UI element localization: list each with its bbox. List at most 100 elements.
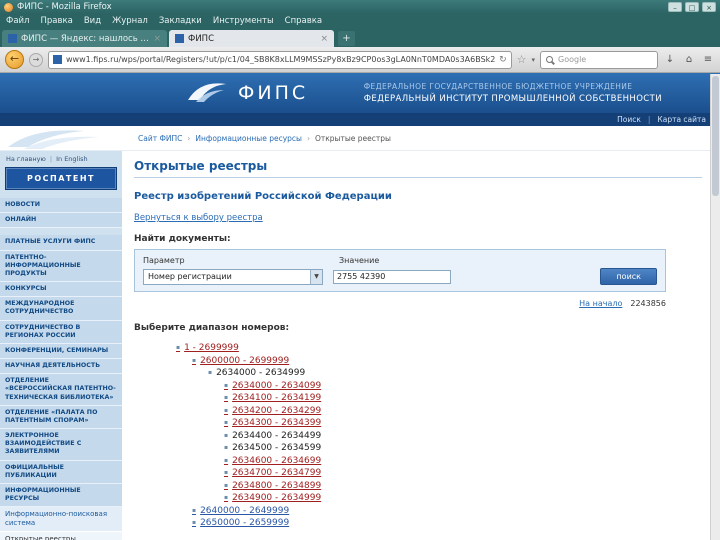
- browser-tab[interactable]: ФИПС — Яндекс: нашлось 31 млн результато…: [2, 30, 167, 47]
- site-header: ФИПС ФЕДЕРАЛЬНОЕ ГОСУДАРСТВЕННОЕ БЮДЖЕТН…: [0, 73, 720, 113]
- reload-icon[interactable]: ↻: [499, 55, 507, 65]
- window-title: ФИПС - Mozilla Firefox: [17, 2, 112, 12]
- menu-item[interactable]: Инструменты: [213, 16, 274, 26]
- home-icon[interactable]: ⌂: [682, 54, 696, 65]
- close-icon[interactable]: ×: [702, 2, 716, 12]
- sidebar: На главную | In English РОСПАТЕНТ Новости О…: [0, 151, 122, 540]
- parameter-select[interactable]: Номер регистрации ▼: [143, 268, 323, 285]
- breadcrumb-part[interactable]: ›: [307, 134, 310, 143]
- tab-close-icon[interactable]: ×: [153, 34, 161, 44]
- range-prompt: Выберите диапазон номеров:: [134, 323, 290, 333]
- document-search-form: Параметр Значение Номер регистрации ▼ по…: [134, 249, 666, 292]
- tab-close-icon[interactable]: ×: [320, 34, 328, 44]
- site-header-links: Поиск | Карта сайта: [0, 113, 720, 126]
- range-link[interactable]: 2634700 - 2634799: [224, 467, 321, 480]
- sidebar-top-links: На главную | In English: [0, 151, 122, 165]
- rospatent-button[interactable]: РОСПАТЕНТ: [5, 167, 117, 190]
- header-link[interactable]: |: [648, 115, 651, 124]
- sidebar-item[interactable]: Информационные ресурсы: [0, 483, 122, 508]
- breadcrumb: Сайт ФИПС › Информационные ресурсы › Открыты…: [138, 134, 391, 143]
- range-link[interactable]: 2634500 - 2634599: [224, 442, 321, 455]
- main-content: Открытые реестры Реестр изобретений Росс…: [122, 151, 720, 530]
- menu-item[interactable]: Файл: [6, 16, 29, 26]
- url-text[interactable]: www1.fips.ru/wps/portal/Registers/!ut/p/…: [66, 55, 495, 64]
- sidebar-item[interactable]: Научная деятельность: [0, 359, 122, 375]
- page-body: На главную | In English РОСПАТЕНТ Новости О…: [0, 151, 720, 540]
- forward-button[interactable]: →: [29, 52, 43, 67]
- search-box[interactable]: Google: [540, 50, 658, 69]
- tab-strip: ФИПС — Яндекс: нашлось 31 млн результато…: [2, 30, 334, 47]
- breadcrumb-part[interactable]: Сайт ФИПС: [138, 134, 182, 143]
- breadcrumb-part[interactable]: Информационные ресурсы: [195, 134, 302, 143]
- menu-item[interactable]: Закладки: [159, 16, 202, 26]
- sidebar-item[interactable]: Патентно-информационные продукты: [0, 250, 122, 283]
- range-link[interactable]: 2640000 - 2649999: [192, 505, 289, 518]
- menu-item[interactable]: Правка: [40, 16, 72, 26]
- range-link[interactable]: 2634600 - 2634699: [224, 455, 321, 468]
- registration-number-input[interactable]: [333, 269, 451, 284]
- parameter-select-value: Номер регистрации: [148, 272, 232, 281]
- range-link[interactable]: 2634000 - 2634999: [208, 367, 305, 380]
- sidebar-sub-item[interactable]: Открытые реестры: [0, 531, 122, 540]
- search-button[interactable]: поиск: [600, 268, 657, 285]
- range-link[interactable]: 2634100 - 2634199: [224, 392, 321, 405]
- form-controls: Номер регистрации ▼ поиск: [143, 268, 657, 285]
- sidebar-sub-item[interactable]: Информационно-поисковая система: [0, 507, 122, 532]
- back-button[interactable]: ←: [5, 50, 24, 69]
- range-link[interactable]: 2634800 - 2634899: [224, 480, 321, 493]
- minimize-icon[interactable]: –: [668, 2, 682, 12]
- range-link[interactable]: 2650000 - 2659999: [192, 517, 289, 530]
- bookmark-dropdown-icon[interactable]: ▾: [531, 56, 535, 64]
- tab-title: ФИПС — Яндекс: нашлось 31 млн результато…: [21, 33, 149, 44]
- range-link[interactable]: 2634300 - 2634399: [224, 417, 321, 430]
- sidebar-item[interactable]: Сотрудничество в регионах России: [0, 320, 122, 344]
- search-icon: [546, 56, 553, 63]
- maximize-icon[interactable]: □: [685, 2, 699, 12]
- range-link[interactable]: 1 - 2699999: [176, 342, 239, 355]
- range-link[interactable]: 2634900 - 2634999: [224, 492, 321, 505]
- bookmark-star-icon[interactable]: ☆: [517, 53, 527, 66]
- sidebar-item[interactable]: Конкурсы: [0, 282, 122, 298]
- organization-line2: ФЕДЕРАЛЬНЫЙ ИНСТИТУТ ПРОМЫШЛЕННОЙ СОБСТВ…: [363, 94, 662, 104]
- select-arrow-icon[interactable]: ▼: [310, 269, 322, 284]
- total-documents-count: 2243856: [630, 299, 666, 308]
- header-link[interactable]: Поиск: [617, 115, 641, 124]
- search-placeholder[interactable]: Google: [558, 55, 586, 64]
- sidebar-item[interactable]: Новости: [0, 198, 122, 214]
- menu-item[interactable]: Справка: [285, 16, 322, 26]
- vertical-scrollbar[interactable]: [710, 74, 720, 540]
- downloads-icon[interactable]: ↓: [663, 54, 677, 65]
- back-to-register-select-link[interactable]: Вернуться к выбору реестра: [134, 213, 263, 223]
- header-link[interactable]: Карта сайта: [657, 115, 706, 124]
- sidebar-item[interactable]: Отделение «Палата по патентным спорам»: [0, 405, 122, 430]
- sidebar-item[interactable]: Платные услуги ФИПС: [0, 235, 122, 251]
- register-title: Реестр изобретений Российской Федерации: [134, 191, 392, 202]
- menu-bar: Файл Правка Вид Журнал Закладки Инструменты Сп…: [0, 14, 720, 28]
- sidebar-item[interactable]: Конференции, семинары: [0, 343, 122, 360]
- sidebar-item[interactable]: Электронное взаимодействие с заявителями: [0, 429, 122, 461]
- breadcrumb-part[interactable]: ›: [187, 134, 190, 143]
- tab-bar: ФИПС — Яндекс: нашлось 31 млн результато…: [0, 28, 720, 47]
- browser-tab[interactable]: ФИПС ×: [169, 30, 334, 47]
- menu-item[interactable]: Вид: [84, 16, 101, 26]
- url-bar[interactable]: www1.fips.ru/wps/portal/Registers/!ut/p/…: [48, 50, 512, 69]
- menu-icon[interactable]: ≡: [701, 54, 715, 65]
- range-link[interactable]: 2634400 - 2634499: [224, 430, 321, 443]
- range-link[interactable]: 2634000 - 2634099: [224, 380, 321, 393]
- new-tab-button[interactable]: +: [338, 31, 355, 46]
- range-link[interactable]: 2634200 - 2634299: [224, 405, 321, 418]
- sidebar-item[interactable]: Официальные публикации: [0, 460, 122, 484]
- sidebar-top-link[interactable]: In English: [56, 155, 88, 163]
- menu-item[interactable]: Журнал: [112, 16, 148, 26]
- parameter-label: Параметр: [143, 256, 185, 265]
- sidebar-top-link[interactable]: |: [50, 155, 52, 163]
- sidebar-item[interactable]: Онлайн: [0, 213, 122, 229]
- sidebar-top-link[interactable]: На главную: [6, 155, 46, 163]
- scrollbar-thumb[interactable]: [712, 76, 719, 196]
- range-link[interactable]: 2600000 - 2699999: [192, 355, 289, 368]
- go-to-start-link[interactable]: На начало: [579, 299, 622, 308]
- sidebar-item[interactable]: Отделение «Всероссийская патентно-технич…: [0, 374, 122, 406]
- fips-logo-icon: [186, 78, 228, 108]
- breadcrumb-part[interactable]: Открытые реестры: [315, 134, 391, 143]
- sidebar-item[interactable]: Международное сотрудничество: [0, 297, 122, 321]
